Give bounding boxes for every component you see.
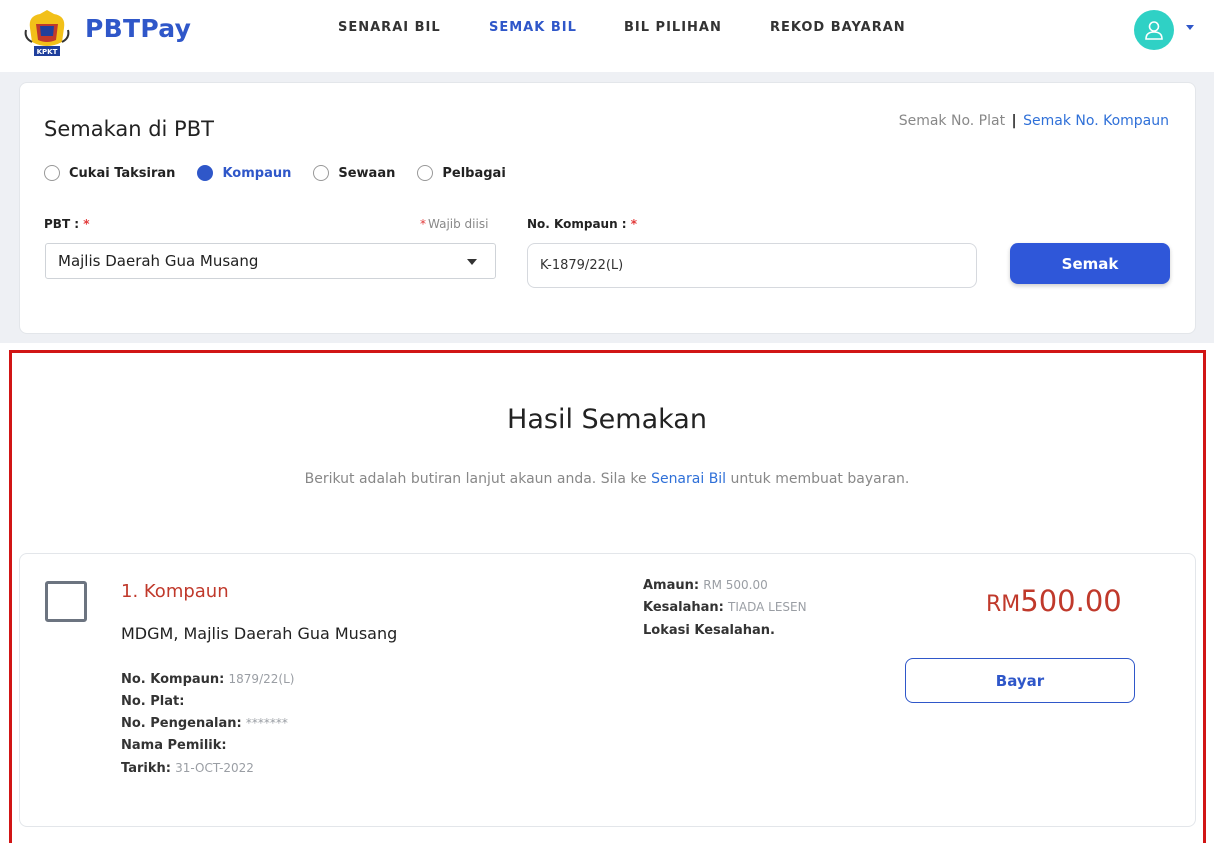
detail-key: Tarikh: (121, 761, 171, 776)
pbt-select-value: Majlis Daerah Gua Musang (58, 252, 259, 270)
pbt-select[interactable]: Majlis Daerah Gua Musang (45, 243, 496, 279)
bayar-button[interactable]: Bayar (905, 658, 1135, 703)
required-mark: * (630, 217, 638, 231)
nav-semak-bil[interactable]: SEMAK BIL (489, 20, 577, 35)
detail-key: Nama Pemilik: (121, 738, 227, 753)
detail-key: Kesalahan: (643, 600, 724, 615)
search-title: Semakan di PBT (44, 117, 214, 141)
pbt-label: PBT : * (44, 217, 90, 231)
semak-no-kompaun-link[interactable]: Semak No. Kompaun (1023, 113, 1169, 129)
detail-value: RM 500.00 (703, 578, 768, 592)
top-navbar: KPKT PBTPay SENARAI BIL SEMAK BIL BIL PI… (0, 0, 1214, 72)
nav-rekod-bayaran[interactable]: REKOD BAYARAN (770, 20, 906, 35)
detail-value: ******* (245, 716, 288, 730)
search-card: Semakan di PBT Semak No. Plat | Semak No… (19, 82, 1196, 334)
required-mark: * (83, 217, 90, 231)
results-subtitle: Berikut adalah butiran lanjut akaun anda… (0, 471, 1214, 487)
detail-key: No. Kompaun: (121, 672, 225, 687)
radio-dot[interactable] (313, 165, 330, 181)
link-separator: | (1011, 113, 1017, 129)
radio-pelbagai[interactable]: Pelbagai (417, 165, 506, 181)
detail-lokasi-kesalahan: Lokasi Kesalahan. (643, 623, 775, 638)
nav-senarai-bil[interactable]: SENARAI BIL (338, 20, 441, 35)
detail-key: No. Pengenalan: (121, 716, 242, 731)
radio-label: Sewaan (338, 165, 396, 181)
kompaun-label-text: No. Kompaun : (527, 217, 627, 231)
required-mark: * (420, 217, 426, 231)
bill-title: 1. Kompaun (121, 581, 229, 602)
bill-amount: RM500.00 (986, 584, 1122, 618)
detail-nama-pemilik: Nama Pemilik: (121, 738, 227, 753)
bill-type-radios: Cukai Taksiran Kompaun Sewaan Pelbagai (44, 165, 528, 181)
search-mode-links: Semak No. Plat | Semak No. Kompaun (899, 113, 1169, 129)
bill-card: 1. Kompaun MDGM, Majlis Daerah Gua Musan… (19, 553, 1196, 827)
nav-bil-pilihan[interactable]: BIL PILIHAN (624, 20, 722, 35)
bill-org: MDGM, Majlis Daerah Gua Musang (121, 624, 398, 643)
detail-key: No. Plat: (121, 694, 185, 709)
semak-no-plat-link[interactable]: Semak No. Plat (899, 113, 1005, 129)
subtitle-text: untuk membuat bayaran. (730, 471, 910, 487)
kompaun-label: No. Kompaun : * (527, 217, 637, 231)
detail-no-kompaun: No. Kompaun: 1879/22(L) (121, 672, 294, 687)
pbt-label-text: PBT : (44, 217, 80, 231)
detail-value: 31-OCT-2022 (175, 761, 254, 775)
radio-dot[interactable] (417, 165, 434, 181)
amount-currency: RM (986, 592, 1021, 617)
detail-key: Amaun: (643, 578, 700, 593)
detail-value: TIADA LESEN (728, 600, 807, 614)
user-avatar[interactable] (1134, 10, 1174, 50)
semak-button[interactable]: Semak (1010, 243, 1170, 284)
required-note: * Wajib diisi (420, 217, 488, 231)
user-menu-caret-icon[interactable] (1186, 25, 1194, 30)
detail-no-plat: No. Plat: (121, 694, 184, 709)
kompaun-input[interactable] (527, 243, 977, 288)
radio-label: Pelbagai (442, 165, 506, 181)
required-note-text: Wajib diisi (428, 217, 489, 231)
detail-value: 1879/22(L) (228, 672, 295, 686)
detail-amaun: Amaun: RM 500.00 (643, 578, 768, 593)
detail-tarikh: Tarikh: 31-OCT-2022 (121, 761, 254, 776)
radio-kompaun[interactable]: Kompaun (197, 165, 291, 181)
radio-dot[interactable] (44, 165, 60, 181)
detail-kesalahan: Kesalahan: TIADA LESEN (643, 600, 807, 615)
chevron-down-icon (467, 259, 477, 265)
radio-label: Kompaun (222, 165, 292, 181)
results-title: Hasil Semakan (507, 404, 707, 435)
bill-select-checkbox[interactable] (45, 581, 87, 622)
detail-no-pengenalan: No. Pengenalan: ******* (121, 716, 288, 731)
radio-sewaan[interactable]: Sewaan (313, 165, 395, 181)
detail-key: Lokasi Kesalahan. (643, 623, 775, 638)
radio-cukai-taksiran[interactable]: Cukai Taksiran (44, 165, 175, 181)
radio-dot[interactable] (197, 165, 214, 181)
main-nav: SENARAI BIL SEMAK BIL BIL PILIHAN REKOD … (0, 20, 1214, 40)
subtitle-text: Berikut adalah butiran lanjut akaun anda… (304, 471, 647, 487)
user-icon (1145, 21, 1163, 40)
amount-value: 500.00 (1020, 584, 1122, 618)
radio-label: Cukai Taksiran (69, 165, 176, 181)
crest-caption: KPKT (37, 48, 58, 56)
senarai-bil-link[interactable]: Senarai Bil (651, 471, 726, 487)
